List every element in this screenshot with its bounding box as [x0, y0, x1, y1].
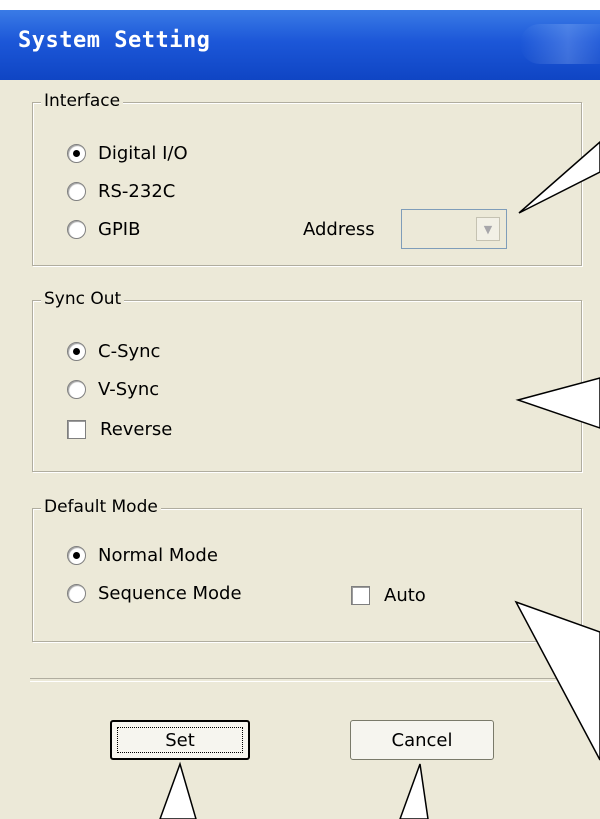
radio-button[interactable]: [67, 342, 86, 361]
reverse-checkbox[interactable]: Reverse: [67, 419, 172, 440]
radio-label: Normal Mode: [98, 545, 218, 566]
radio-digital-io[interactable]: Digital I/O: [67, 143, 188, 164]
radio-label: RS-232C: [98, 181, 176, 202]
radio-c-sync[interactable]: C-Sync: [67, 341, 160, 362]
chevron-down-icon[interactable]: ▼: [476, 217, 500, 241]
default-mode-group: Default Mode Normal Mode Sequence Mode A…: [32, 497, 582, 642]
checkbox-label: Reverse: [100, 419, 173, 440]
auto-checkbox[interactable]: Auto: [351, 585, 426, 606]
checkbox-box[interactable]: [67, 420, 86, 439]
sync-out-group: Sync Out C-Sync V-Sync Reverse: [32, 289, 582, 472]
set-button[interactable]: Set: [110, 720, 250, 760]
radio-normal-mode[interactable]: Normal Mode: [67, 545, 218, 566]
system-setting-dialog: System Setting Interface Digital I/O RS-…: [0, 10, 600, 819]
radio-label: Sequence Mode: [98, 583, 242, 604]
sync-out-legend: Sync Out: [41, 289, 125, 309]
interface-group: Interface Digital I/O RS-232C GPIB Addre…: [32, 91, 582, 266]
address-select[interactable]: ▼: [401, 209, 507, 249]
interface-legend: Interface: [41, 91, 124, 111]
radio-label: C-Sync: [98, 341, 161, 362]
radio-gpib[interactable]: GPIB: [67, 219, 140, 240]
set-button-label: Set: [165, 729, 195, 751]
separator-line: [30, 678, 600, 682]
radio-label: GPIB: [98, 219, 141, 240]
radio-rs232c[interactable]: RS-232C: [67, 181, 175, 202]
radio-button[interactable]: [67, 182, 86, 201]
radio-sequence-mode[interactable]: Sequence Mode: [67, 583, 242, 604]
title-bar-highlight: [520, 24, 600, 64]
radio-button[interactable]: [67, 144, 86, 163]
window-title: System Setting: [18, 28, 211, 53]
cancel-button[interactable]: Cancel: [350, 720, 494, 760]
radio-label: Digital I/O: [98, 143, 188, 164]
checkbox-box[interactable]: [351, 586, 370, 605]
radio-button[interactable]: [67, 546, 86, 565]
radio-button[interactable]: [67, 220, 86, 239]
title-bar[interactable]: System Setting: [0, 10, 600, 80]
checkbox-label: Auto: [384, 585, 426, 606]
default-mode-legend: Default Mode: [41, 497, 161, 517]
radio-button[interactable]: [67, 380, 86, 399]
radio-label: V-Sync: [98, 379, 160, 400]
radio-v-sync[interactable]: V-Sync: [67, 379, 159, 400]
address-label: Address: [303, 219, 375, 240]
cancel-button-label: Cancel: [391, 729, 453, 751]
radio-button[interactable]: [67, 584, 86, 603]
